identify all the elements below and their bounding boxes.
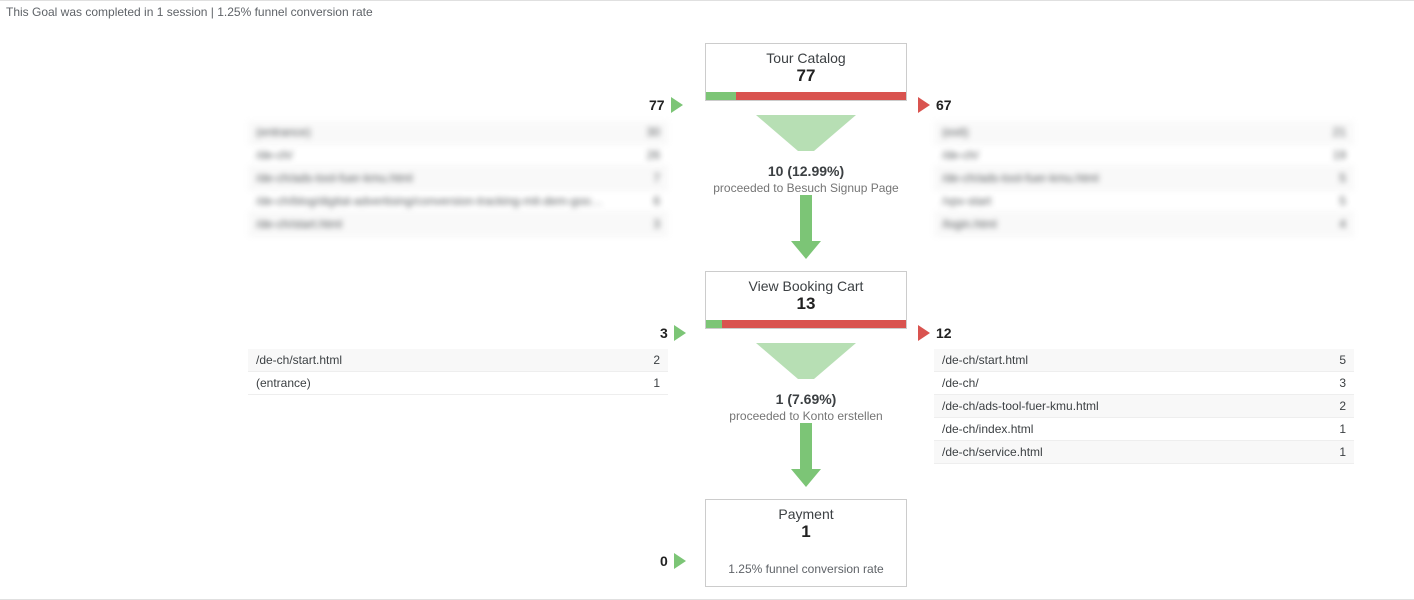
- step-out-count: 67: [936, 97, 952, 113]
- table-row[interactable]: /de-ch/19: [934, 144, 1354, 167]
- proceed-sub: proceeded to Besuch Signup Page: [696, 181, 916, 195]
- funnel-visualization: { "summary": "This Goal was completed in…: [0, 0, 1414, 600]
- exits-table-2: /de-ch/start.html5 /de-ch/3 /de-ch/ads-t…: [934, 349, 1354, 464]
- down-arrow-icon: [791, 195, 821, 261]
- arrow-right-red-icon: [918, 325, 930, 341]
- step-bar: [706, 320, 906, 328]
- step-name: View Booking Cart: [706, 272, 906, 294]
- table-row[interactable]: /de-ch/ads-tool-fuer-kmu.html2: [934, 395, 1354, 418]
- table-row[interactable]: /de-ch/start.html5: [934, 349, 1354, 372]
- table-row[interactable]: (entrance)1: [248, 372, 668, 395]
- funnel-step-1: Tour Catalog 77: [705, 43, 907, 101]
- table-row[interactable]: /de-ch/blog/digital-advertising/conversi…: [248, 190, 668, 213]
- step-name: Payment: [706, 500, 906, 522]
- sources-table-2: /de-ch/start.html2 (entrance)1: [248, 349, 668, 395]
- funnel-step-2: View Booking Cart 13: [705, 271, 907, 329]
- funnel-arrow-icon: [746, 115, 866, 163]
- table-row[interactable]: /de-ch/3: [934, 372, 1354, 395]
- exits-table-1: (exit)21 /de-ch/19 /de-ch/ads-tool-fuer-…: [934, 121, 1354, 236]
- proceed-sub: proceeded to Konto erstellen: [696, 409, 916, 423]
- arrow-right-red-icon: [918, 97, 930, 113]
- step-out-count: 12: [936, 325, 952, 341]
- table-row[interactable]: (entrance)30: [248, 121, 668, 144]
- table-row[interactable]: /vpv-start5: [934, 190, 1354, 213]
- step-out: 12: [912, 325, 952, 341]
- proceed-label: 1 (7.69%): [696, 391, 916, 407]
- step-in-count: 77: [649, 97, 665, 113]
- final-conversion-rate: 1.25% funnel conversion rate: [706, 548, 906, 586]
- step-in: 3: [660, 325, 692, 341]
- table-row[interactable]: /de-ch/start.html2: [248, 349, 668, 372]
- arrow-right-green-icon: [671, 97, 683, 113]
- step-in: 77: [649, 97, 689, 113]
- step-in-count: 0: [660, 553, 668, 569]
- flow-2: 1 (7.69%) proceeded to Konto erstellen: [696, 343, 916, 489]
- funnel-step-3: Payment 1 1.25% funnel conversion rate: [705, 499, 907, 587]
- down-arrow-icon: [791, 423, 821, 489]
- table-row[interactable]: /de-ch/start.html3: [248, 213, 668, 236]
- step-in-count: 3: [660, 325, 668, 341]
- arrow-right-green-icon: [674, 325, 686, 341]
- funnel-arrow-icon: [746, 343, 866, 391]
- proceed-label: 10 (12.99%): [696, 163, 916, 179]
- step-in: 0: [660, 553, 692, 569]
- step-name: Tour Catalog: [706, 44, 906, 66]
- sources-table-1: (entrance)30 /de-ch/26 /de-ch/ads-tool-f…: [248, 121, 668, 236]
- summary-text: This Goal was completed in 1 session | 1…: [6, 5, 373, 19]
- table-row[interactable]: /de-ch/index.html1: [934, 418, 1354, 441]
- step-count: 13: [706, 294, 906, 320]
- step-out: 67: [912, 97, 952, 113]
- flow-1: 10 (12.99%) proceeded to Besuch Signup P…: [696, 115, 916, 261]
- table-row[interactable]: /de-ch/ads-tool-fuer-kmu.html7: [248, 167, 668, 190]
- table-row[interactable]: /de-ch/26: [248, 144, 668, 167]
- table-row[interactable]: /de-ch/service.html1: [934, 441, 1354, 464]
- step-count: 77: [706, 66, 906, 92]
- table-row[interactable]: (exit)21: [934, 121, 1354, 144]
- step-bar: [706, 92, 906, 100]
- table-row[interactable]: /login.html4: [934, 213, 1354, 236]
- arrow-right-green-icon: [674, 553, 686, 569]
- table-row[interactable]: /de-ch/ads-tool-fuer-kmu.html5: [934, 167, 1354, 190]
- step-count: 1: [706, 522, 906, 548]
